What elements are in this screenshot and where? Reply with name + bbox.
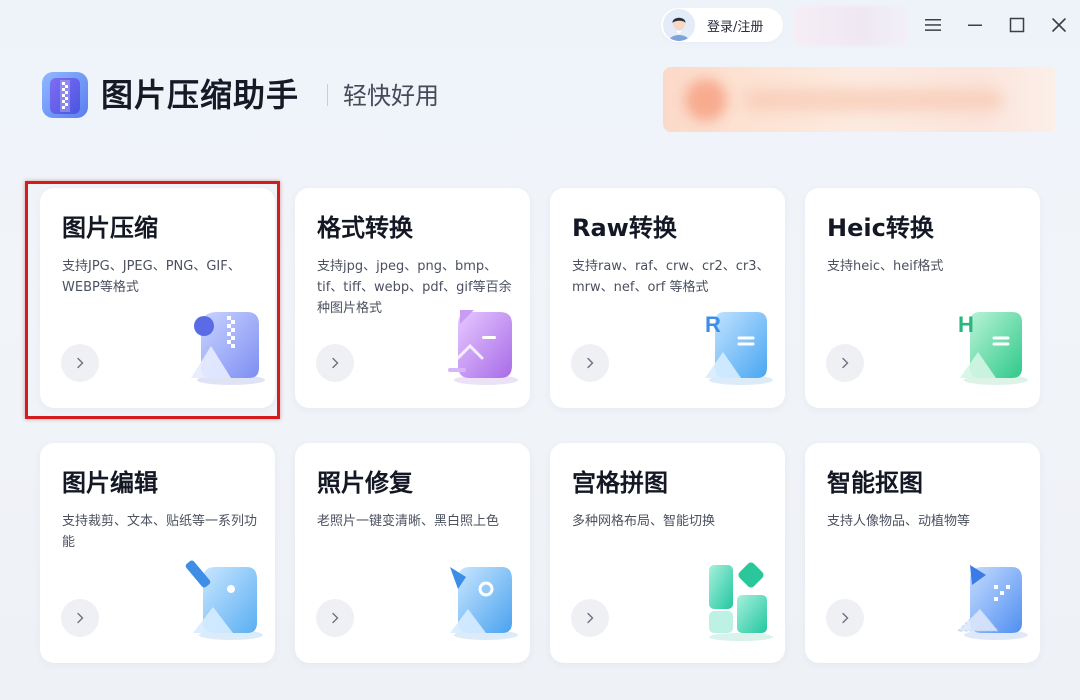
card-desc: 支持裁剪、文本、贴纸等一系列功能 bbox=[62, 514, 258, 550]
menu-icon bbox=[925, 19, 941, 31]
card-enter-button[interactable] bbox=[826, 599, 864, 637]
format-convert-icon bbox=[440, 298, 525, 388]
login-label: 登录/注册 bbox=[707, 19, 764, 35]
chevron-right-icon bbox=[842, 357, 849, 369]
card-desc: 支持JPG、JPEG、PNG、GIF、WEBP等格式 bbox=[62, 259, 241, 295]
avatar bbox=[663, 9, 695, 41]
card-desc: 支持人像物品、动植物等 bbox=[827, 514, 971, 529]
card-enter-button[interactable] bbox=[61, 599, 99, 637]
chevron-right-icon bbox=[332, 612, 339, 624]
card-desc: 老照片一键变清晰、黑白照上色 bbox=[317, 514, 500, 529]
chevron-right-icon bbox=[587, 612, 594, 624]
card-title: 照片修复 bbox=[317, 469, 413, 497]
card-enter-button[interactable] bbox=[571, 599, 609, 637]
card-enter-button[interactable] bbox=[316, 599, 354, 637]
svg-text:H: H bbox=[958, 312, 974, 337]
card-image-compress[interactable]: 图片压缩 支持JPG、JPEG、PNG、GIF、WEBP等格式 bbox=[40, 188, 275, 408]
card-title: Heic转换 bbox=[827, 214, 934, 242]
card-format-convert[interactable]: 格式转换 支持jpg、jpeg、png、bmp、tif、tiff、webp、pd… bbox=[295, 188, 530, 408]
minimize-button[interactable] bbox=[962, 12, 988, 38]
card-title: 宫格拼图 bbox=[572, 469, 668, 497]
card-enter-button[interactable] bbox=[826, 344, 864, 382]
photo-repair-icon bbox=[440, 553, 525, 643]
card-image-edit[interactable]: 图片编辑 支持裁剪、文本、贴纸等一系列功能 bbox=[40, 443, 275, 663]
card-photo-repair[interactable]: 照片修复 老照片一键变清晰、黑白照上色 bbox=[295, 443, 530, 663]
chevron-right-icon bbox=[332, 357, 339, 369]
card-desc: 多种网格布局、智能切换 bbox=[572, 514, 716, 529]
account-info-blurred bbox=[793, 6, 909, 46]
card-enter-button[interactable] bbox=[61, 344, 99, 382]
image-compress-icon bbox=[185, 298, 270, 388]
login-button[interactable]: 登录/注册 bbox=[661, 8, 783, 42]
card-grid-collage[interactable]: 宫格拼图 多种网格布局、智能切换 bbox=[550, 443, 785, 663]
card-title: 格式转换 bbox=[317, 214, 413, 242]
menu-button[interactable] bbox=[920, 12, 946, 38]
chevron-right-icon bbox=[77, 612, 84, 624]
card-title: Raw转换 bbox=[572, 214, 677, 242]
card-title: 图片压缩 bbox=[62, 214, 158, 242]
card-enter-button[interactable] bbox=[316, 344, 354, 382]
grid-collage-icon bbox=[695, 553, 780, 643]
card-smart-cutout[interactable]: 智能抠图 支持人像物品、动植物等 bbox=[805, 443, 1040, 663]
maximize-icon bbox=[1009, 17, 1025, 33]
app-logo bbox=[40, 70, 90, 120]
maximize-button[interactable] bbox=[1004, 12, 1030, 38]
svg-text:R: R bbox=[705, 312, 721, 337]
close-icon bbox=[1052, 18, 1066, 32]
chevron-right-icon bbox=[842, 612, 849, 624]
close-button[interactable] bbox=[1046, 12, 1072, 38]
chevron-right-icon bbox=[77, 357, 84, 369]
card-title: 图片编辑 bbox=[62, 469, 158, 497]
card-desc: 支持raw、raf、crw、cr2、cr3、mrw、nef、orf 等格式 bbox=[572, 259, 770, 295]
chevron-right-icon bbox=[587, 357, 594, 369]
app-title: 图片压缩助手 bbox=[101, 76, 300, 114]
card-title: 智能抠图 bbox=[827, 469, 923, 497]
card-heic-convert[interactable]: Heic转换 支持heic、heif格式 H bbox=[805, 188, 1040, 408]
image-edit-icon bbox=[185, 553, 270, 643]
card-enter-button[interactable] bbox=[571, 344, 609, 382]
smart-cutout-icon bbox=[950, 553, 1035, 643]
card-raw-convert[interactable]: Raw转换 支持raw、raf、crw、cr2、cr3、mrw、nef、orf … bbox=[550, 188, 785, 408]
card-desc: 支持heic、heif格式 bbox=[827, 259, 944, 274]
heic-convert-icon: H bbox=[950, 298, 1035, 388]
raw-convert-icon: R bbox=[695, 298, 780, 388]
app-slogan: 轻快好用 bbox=[343, 82, 439, 110]
minimize-icon bbox=[968, 24, 982, 26]
title-divider bbox=[327, 84, 328, 106]
promo-banner-blurred[interactable] bbox=[663, 67, 1056, 132]
